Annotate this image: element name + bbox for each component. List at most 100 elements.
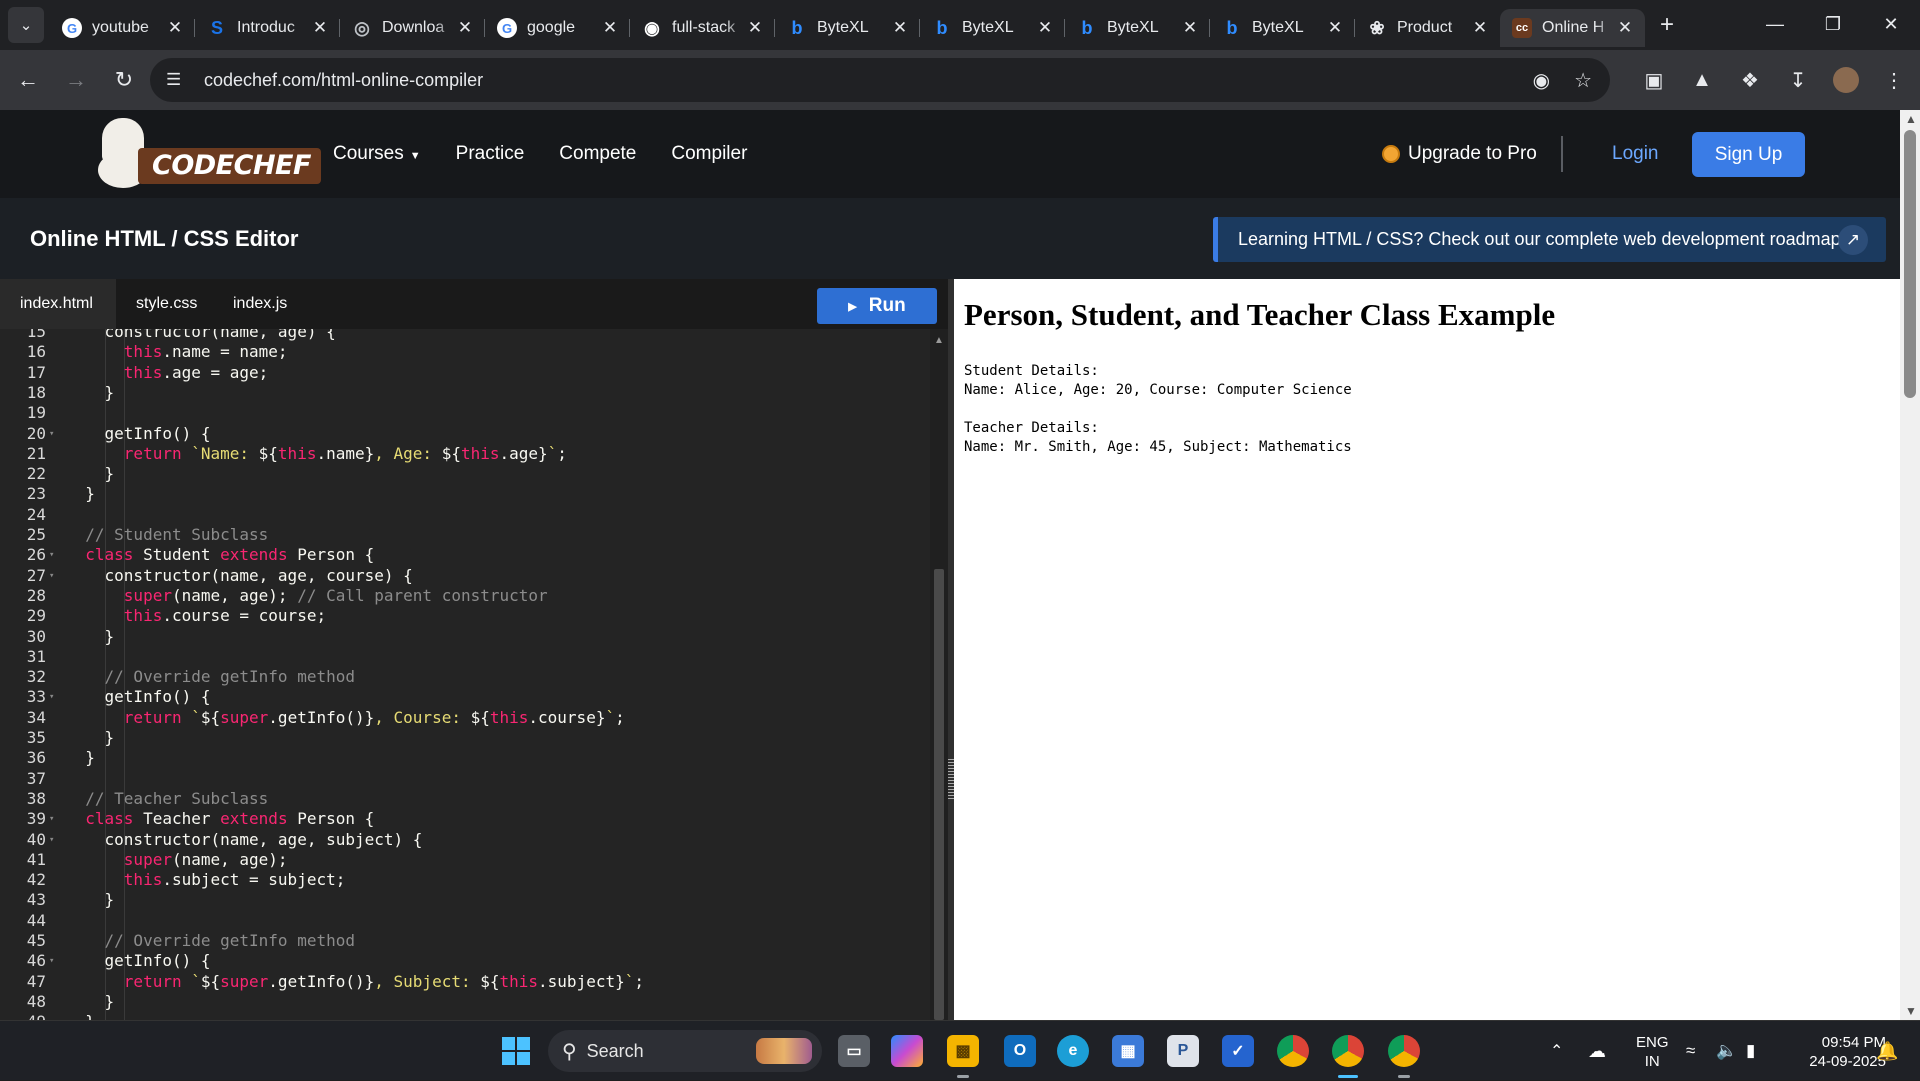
login-link[interactable]: Login: [1612, 110, 1659, 198]
line-number: 41: [26, 849, 46, 869]
copilot-icon[interactable]: [891, 1035, 923, 1067]
sign-up-button[interactable]: Sign Up: [1692, 132, 1805, 177]
profile-avatar[interactable]: [1828, 60, 1864, 100]
chrome-profile-icon[interactable]: [1332, 1035, 1364, 1067]
close-tab-icon[interactable]: ✕: [312, 18, 328, 38]
close-tab-icon[interactable]: ✕: [1617, 18, 1633, 38]
menu-compete[interactable]: Compete: [559, 143, 636, 165]
store-icon[interactable]: ▦: [1112, 1035, 1144, 1067]
code-token: `: [605, 707, 616, 727]
code-area[interactable]: 15 constructor(name, age) {16 this.name …: [0, 329, 930, 1020]
browser-tab[interactable]: ❀ Product ✕: [1355, 9, 1500, 47]
eye-slash-icon[interactable]: ◉: [1533, 68, 1550, 93]
close-tab-icon[interactable]: ✕: [747, 18, 763, 38]
code-editor-panel: index.html style.css index.js ▶ Run 15 c…: [0, 279, 948, 1020]
onedrive-cloud-icon[interactable]: ☁: [1588, 1021, 1606, 1081]
new-tab-plus-icon[interactable]: +: [1649, 7, 1685, 43]
site-info-tune-icon[interactable]: ☰: [166, 70, 188, 90]
volume-icon[interactable]: 🔈: [1716, 1021, 1737, 1081]
outlook-icon[interactable]: O: [1004, 1035, 1036, 1067]
reload-icon[interactable]: ↻: [104, 60, 144, 100]
search-icon: ⚲: [562, 1040, 577, 1063]
close-window-icon[interactable]: ✕: [1862, 0, 1920, 48]
system-clock[interactable]: 09:54 PM 24-09-2025: [1786, 1033, 1886, 1071]
chrome-icon[interactable]: [1277, 1035, 1309, 1067]
browser-tab[interactable]: Ggoogle ✕: [485, 9, 630, 47]
code-token: Student: [133, 545, 221, 565]
code-token: ${: [480, 971, 500, 991]
upgrade-to-pro-link[interactable]: Upgrade to Pro: [1382, 110, 1537, 198]
close-tab-icon[interactable]: ✕: [892, 18, 908, 38]
language-region: IN: [1644, 1053, 1660, 1070]
editor-scroll-thumb[interactable]: [934, 569, 944, 1020]
page-scroll-up-icon[interactable]: ▲: [1905, 112, 1917, 126]
close-tab-icon[interactable]: ✕: [167, 18, 183, 38]
fold-arrow-icon[interactable]: ▾: [49, 814, 54, 824]
close-tab-icon[interactable]: ✕: [457, 18, 473, 38]
language-indicator[interactable]: ENG IN: [1636, 1033, 1669, 1071]
menu-compiler[interactable]: Compiler: [671, 143, 747, 165]
browser-tab[interactable]: b ByteXL ✕: [920, 9, 1065, 47]
close-tab-icon[interactable]: ✕: [1327, 18, 1343, 38]
fold-arrow-icon[interactable]: ▾: [49, 571, 54, 581]
extensions-puzzle-icon[interactable]: ❖: [1732, 60, 1768, 100]
page-scroll-down-icon[interactable]: ▼: [1905, 1004, 1917, 1018]
browser-tab[interactable]: b ByteXL ✕: [1065, 9, 1210, 47]
drive-triangle-icon[interactable]: ▲: [1684, 60, 1720, 100]
address-bar[interactable]: ☰ codechef.com/html-online-compiler ◉ ☆: [150, 58, 1610, 102]
fold-arrow-icon[interactable]: ▾: [49, 429, 54, 439]
menu-practice[interactable]: Practice: [456, 143, 525, 165]
battery-icon[interactable]: ▮: [1746, 1021, 1755, 1081]
code-token: // Override getInfo method: [66, 931, 355, 950]
kebab-menu-icon[interactable]: ⋮: [1876, 60, 1912, 100]
fold-arrow-icon[interactable]: ▾: [49, 692, 54, 702]
browser-tab[interactable]: ◎ Downloa ✕: [340, 9, 485, 47]
edge-icon[interactable]: e: [1057, 1035, 1089, 1067]
bookmark-star-icon[interactable]: ☆: [1574, 68, 1592, 93]
fold-arrow-icon[interactable]: ▾: [49, 550, 54, 560]
browser-tab[interactable]: b ByteXL ✕: [775, 9, 920, 47]
scroll-up-arrow-icon[interactable]: ▲: [934, 335, 944, 346]
editor-scrollbar[interactable]: ▲: [930, 329, 948, 1020]
browser-tab[interactable]: Gyoutube ✕: [50, 9, 195, 47]
close-tab-icon[interactable]: ✕: [602, 18, 618, 38]
roadmap-banner[interactable]: Learning HTML / CSS? Check out our compl…: [1213, 217, 1886, 262]
browser-tab[interactable]: ◉ full-stack ✕: [630, 9, 775, 47]
close-tab-icon[interactable]: ✕: [1037, 18, 1053, 38]
wifi-icon[interactable]: ≈: [1686, 1021, 1695, 1081]
run-button[interactable]: ▶ Run: [817, 288, 937, 324]
close-tab-icon[interactable]: ✕: [1182, 18, 1198, 38]
chevron-up-icon[interactable]: ⌃: [1550, 1021, 1563, 1081]
codechef-logo[interactable]: CODECHEF: [98, 118, 321, 190]
code-token: .getInfo()}: [268, 707, 375, 727]
line-number: 16: [26, 342, 46, 362]
forward-arrow-icon[interactable]: →: [56, 60, 96, 100]
notification-bell-icon[interactable]: 🔔: [1876, 1021, 1898, 1081]
task-view-icon[interactable]: ▭: [838, 1035, 870, 1067]
tab-index-html[interactable]: index.html: [0, 279, 116, 329]
browser-tab[interactable]: S Introduc ✕: [195, 9, 340, 47]
todo-check-icon[interactable]: ✓: [1222, 1035, 1254, 1067]
browser-tab[interactable]: cc Online H ✕: [1500, 9, 1645, 47]
back-arrow-icon[interactable]: ←: [8, 60, 48, 100]
tab-group-icon[interactable]: ▣: [1636, 60, 1672, 100]
file-explorer-icon[interactable]: ▩: [947, 1035, 979, 1067]
page-scroll-thumb[interactable]: [1904, 130, 1916, 398]
tab-search-chevron-icon[interactable]: ⌄: [8, 7, 44, 43]
restore-icon[interactable]: ❐: [1804, 0, 1862, 48]
windows-start-icon[interactable]: [502, 1037, 530, 1065]
page-scrollbar[interactable]: ▲ ▼: [1900, 110, 1920, 1020]
tab-index-js[interactable]: index.js: [213, 279, 307, 329]
fold-arrow-icon[interactable]: ▾: [49, 956, 54, 966]
document-reader-icon[interactable]: P: [1167, 1035, 1199, 1067]
download-icon[interactable]: ↧: [1780, 60, 1816, 100]
taskbar-search[interactable]: ⚲ Search: [548, 1030, 822, 1072]
chrome-profile-icon[interactable]: [1388, 1035, 1420, 1067]
minimize-icon[interactable]: —: [1746, 0, 1804, 48]
close-tab-icon[interactable]: ✕: [1472, 18, 1488, 38]
fold-arrow-icon[interactable]: ▾: [49, 835, 54, 845]
menu-courses[interactable]: Courses ▼: [333, 143, 421, 165]
tab-style-css[interactable]: style.css: [116, 279, 217, 329]
browser-tab[interactable]: b ByteXL ✕: [1210, 9, 1355, 47]
